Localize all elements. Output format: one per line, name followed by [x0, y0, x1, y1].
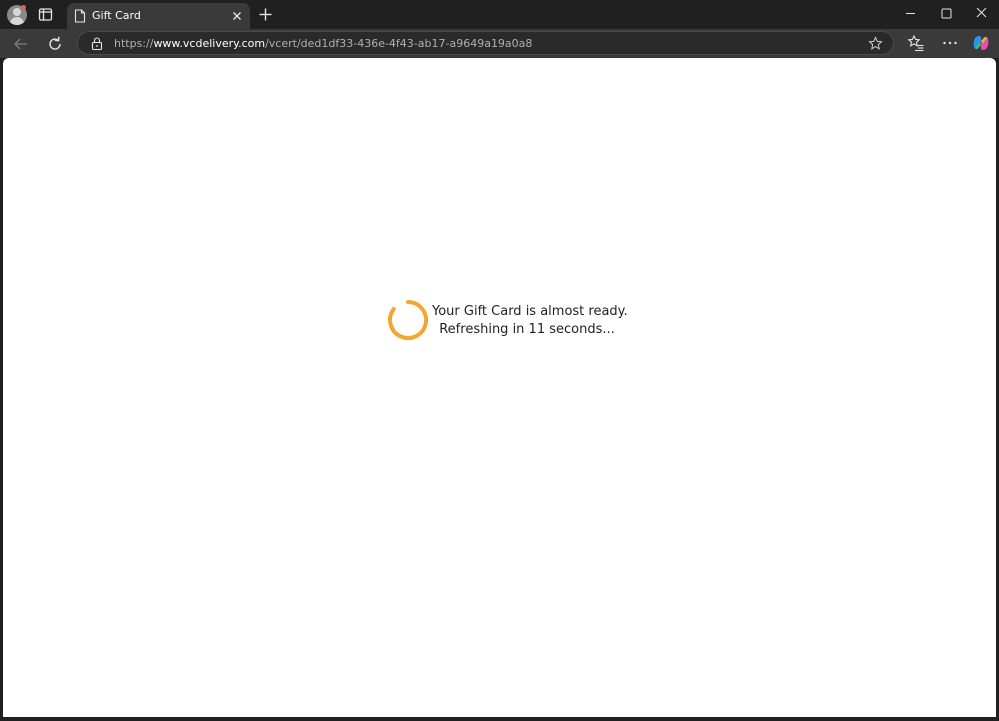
loading-message: Your Gift Card is almost ready. Refreshi… [432, 303, 628, 339]
page-icon [74, 9, 86, 23]
refresh-icon[interactable] [45, 34, 65, 54]
minimize-icon[interactable] [893, 0, 928, 28]
arrow-left-icon[interactable] [11, 34, 31, 54]
profile-notification-badge [21, 5, 26, 10]
loading-message-container: Your Gift Card is almost ready. Refreshi… [386, 298, 628, 342]
lock-icon[interactable] [91, 37, 103, 50]
tab-gift-card[interactable]: Gift Card [67, 3, 250, 29]
url-text: https://www.vcdelivery.com/vcert/ded1df3… [114, 37, 532, 50]
url-path: /vcert/ded1df33-436e-4f43-ab17-a9649a19a… [265, 37, 533, 50]
browser-window: Gift Card https://www.vcdelivery.com/vce… [0, 0, 999, 721]
message-line-1: Your Gift Card is almost ready. [432, 304, 628, 319]
url-host: www.vcdelivery.com [153, 37, 266, 50]
browser-toolbar: https://www.vcdelivery.com/vcert/ded1df3… [0, 29, 999, 58]
tab-title: Gift Card [92, 9, 141, 22]
tab-strip: Gift Card [0, 0, 999, 29]
favorites-icon[interactable] [907, 34, 925, 52]
tab-actions-icon[interactable] [38, 7, 53, 22]
close-icon[interactable] [230, 9, 244, 23]
message-line-2: Refreshing in 11 seconds... [439, 322, 615, 337]
ellipsis-icon[interactable] [941, 34, 959, 52]
plus-icon[interactable] [258, 7, 273, 22]
copilot-icon[interactable] [972, 34, 990, 52]
page-viewport: Your Gift Card is almost ready. Refreshi… [3, 58, 996, 717]
address-bar[interactable]: https://www.vcdelivery.com/vcert/ded1df3… [77, 31, 894, 55]
url-scheme: https:// [114, 37, 154, 50]
loading-spinner-icon [388, 300, 429, 340]
star-icon[interactable] [868, 36, 883, 51]
maximize-icon[interactable] [929, 0, 964, 28]
window-close-icon[interactable] [964, 0, 999, 28]
